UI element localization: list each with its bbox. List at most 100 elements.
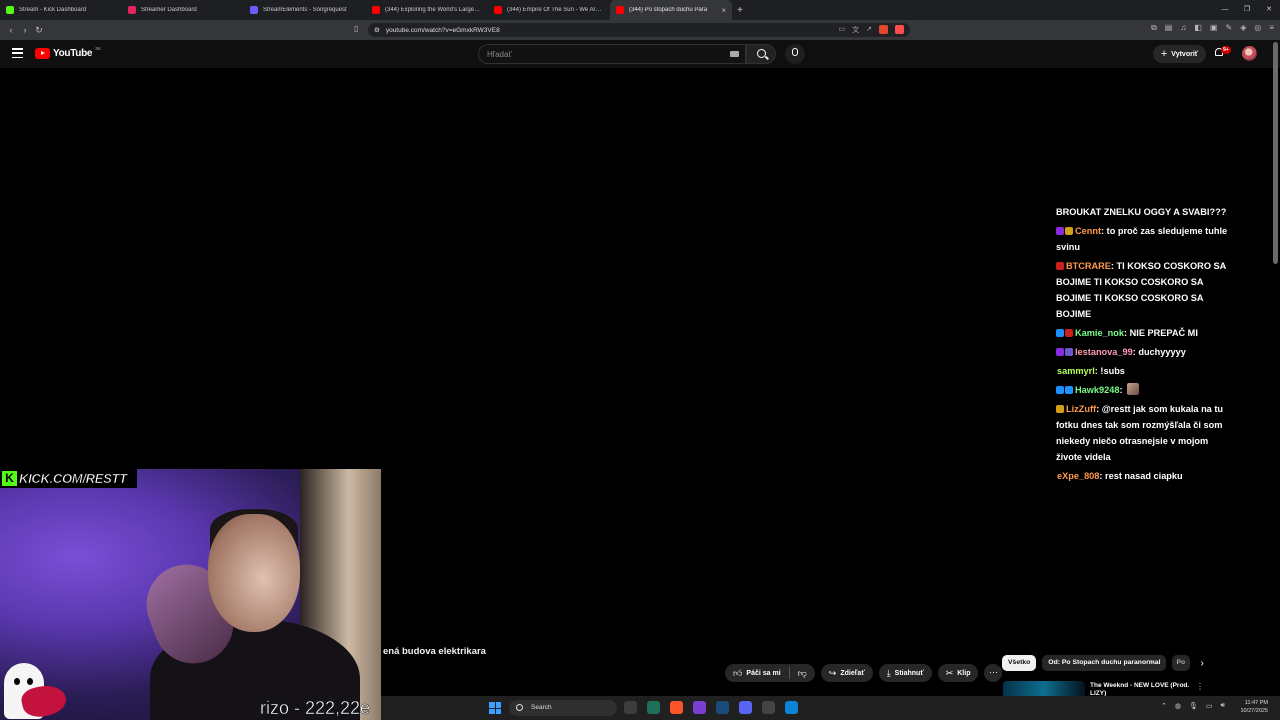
browser-tab[interactable]: StreamElements - Songrequest xyxy=(244,0,366,20)
chat-badge-icon xyxy=(1065,227,1073,235)
translate-icon[interactable]: 文 xyxy=(852,25,859,35)
hamburger-menu-icon[interactable] xyxy=(12,48,23,58)
new-tab-icon[interactable]: + xyxy=(732,5,748,16)
browser-tab[interactable]: (344) Po stopach duchu Para × xyxy=(610,0,732,20)
download-button[interactable]: ⤓ Stiahnuť xyxy=(878,664,932,682)
browser-tab[interactable]: (344) Empire Of The Sun - We Are Th xyxy=(488,0,610,20)
bookmark-icon[interactable]: ▯ xyxy=(354,24,358,33)
taskbar-search-icon xyxy=(516,704,523,711)
streamelements-icon xyxy=(250,6,258,14)
tray-chevron-up-icon[interactable]: ⌃ xyxy=(1161,702,1167,710)
maximize-icon[interactable]: ❐ xyxy=(1236,0,1258,20)
chrome-icon[interactable] xyxy=(762,701,775,714)
panel-icon[interactable]: ◧ xyxy=(1194,23,1202,33)
more-actions-button[interactable]: ··· xyxy=(984,664,1003,682)
voice-search-button[interactable] xyxy=(785,44,805,64)
page-scrollbar[interactable] xyxy=(1273,42,1278,264)
chevron-right-icon[interactable]: › xyxy=(1200,658,1203,669)
close-window-icon[interactable]: ✕ xyxy=(1258,0,1280,20)
chat-badge-icon xyxy=(1065,386,1073,394)
chip-from-channel[interactable]: Od: Po Stopach duchu paranormal xyxy=(1042,655,1167,671)
chat-message: BTCRARE: TI KOKSO COSKORO SA BOJIME TI K… xyxy=(1056,258,1231,322)
browser-tab[interactable]: (344) Exploring the World's Largest S xyxy=(366,0,488,20)
search-button[interactable] xyxy=(746,44,776,64)
browser-tab-label: (344) Empire Of The Sun - We Are Th xyxy=(507,7,604,13)
search-input[interactable]: Hľadať xyxy=(478,44,746,64)
app-icon[interactable] xyxy=(785,701,798,714)
clip-button[interactable]: ✂ Klip xyxy=(937,664,979,682)
address-bar[interactable]: ⚙ youtube.com/watch?v=eGmxkRW3VE8 ▭ 文 ↗ xyxy=(368,23,910,37)
share-icon[interactable]: ↗ xyxy=(866,25,872,35)
tray-microphone-icon[interactable]: 🎙︎ xyxy=(1189,702,1198,710)
brave-browser-icon[interactable] xyxy=(670,701,683,714)
back-icon[interactable]: ‹ xyxy=(4,25,18,35)
browser-tab[interactable]: Streamer Dashboard xyxy=(122,0,244,20)
stream-chat-overlay: BROUKAT ZNELKU OGGY A SVABI??? Cennt: to … xyxy=(1056,204,1231,487)
tray-network-icon[interactable]: ▭ xyxy=(1206,702,1213,710)
chat-username: Kamie_nok xyxy=(1075,328,1125,338)
obs-icon[interactable] xyxy=(693,701,706,714)
browser-toolbar: ‹ › ↻ ▯ ⚙ youtube.com/watch?v=eGmxkRW3VE… xyxy=(0,20,1280,40)
search-icon xyxy=(757,49,766,58)
notification-badge: 9+ xyxy=(1221,46,1231,54)
brave-rewards-icon[interactable] xyxy=(895,25,904,34)
donation-text: rizo - 222,22e xyxy=(260,698,371,718)
download-icon: ⤓ xyxy=(886,667,891,678)
chat-text: : !subs xyxy=(1094,366,1125,376)
chat-message: LizZuff: @restt jak som kukala na tu fot… xyxy=(1056,401,1231,465)
youtube-icon xyxy=(494,6,502,14)
chat-username: Hawk9248 xyxy=(1075,385,1120,395)
youtube-play-icon xyxy=(35,48,50,59)
menu-icon[interactable]: ≡ xyxy=(1269,23,1274,33)
clock-date: 10/27/2025 xyxy=(1240,708,1268,714)
reload-icon[interactable]: ↻ xyxy=(32,25,46,36)
chat-badge-icon xyxy=(1065,348,1073,356)
forward-icon[interactable]: › xyxy=(18,25,32,35)
tab-search-icon[interactable]: ▣ xyxy=(1210,23,1218,33)
streamer-icon xyxy=(128,6,136,14)
youtube-logo[interactable]: YouTube SK xyxy=(35,46,101,59)
sidebar-icon[interactable]: ▤ xyxy=(1165,23,1173,33)
cast-icon[interactable]: ▭ xyxy=(839,25,846,35)
chat-badge-icon xyxy=(1065,329,1073,337)
brave-shields-icon[interactable] xyxy=(879,25,888,34)
chip-related[interactable]: Po xyxy=(1172,655,1191,671)
tray-volume-icon[interactable]: 🔊︎ xyxy=(1221,702,1225,710)
extensions-icon[interactable]: ✎ xyxy=(1225,23,1232,33)
create-button[interactable]: + Vytvoriť xyxy=(1153,45,1206,63)
wallet-icon[interactable]: ◎ xyxy=(1254,23,1261,33)
kick-icon xyxy=(6,6,14,14)
discord-icon[interactable] xyxy=(739,701,752,714)
keyboard-icon[interactable] xyxy=(730,51,739,57)
share-button[interactable]: ↪ Zdieľať xyxy=(820,664,873,682)
site-info-icon[interactable]: ⚙ xyxy=(374,26,380,34)
like-label: Páči sa mi xyxy=(746,669,781,677)
windows-start-icon[interactable] xyxy=(489,702,501,714)
youtube-logo-text: YouTube xyxy=(53,48,93,59)
download-label: Stiahnuť xyxy=(894,669,924,677)
xbox-icon[interactable] xyxy=(647,701,660,714)
kick-channel-label: K KICK.COM/RESTT xyxy=(0,469,137,488)
avatar[interactable] xyxy=(1242,46,1257,61)
extension-icon[interactable]: ⧉ xyxy=(1151,23,1157,33)
vpn-icon[interactable]: ◈ xyxy=(1240,23,1246,33)
taskbar-search[interactable]: Search xyxy=(509,700,617,716)
webcam-person-face xyxy=(208,514,300,632)
tray-app-icon[interactable]: ◍ xyxy=(1175,702,1181,710)
chip-all[interactable]: Všetko xyxy=(1002,655,1037,671)
close-tab-icon[interactable]: × xyxy=(721,6,726,15)
task-view-icon[interactable] xyxy=(624,701,637,714)
chat-username: lestanova_99 xyxy=(1075,347,1133,357)
dislike-button[interactable]: 👎︎ xyxy=(790,664,815,682)
steam-icon[interactable] xyxy=(716,701,729,714)
recommendation-menu-icon[interactable]: ⋮ xyxy=(1196,682,1204,691)
browser-tab[interactable]: Stream - Kick Dashboard xyxy=(0,0,122,20)
like-button[interactable]: 👍︎ Páči sa mi xyxy=(725,664,789,682)
music-icon[interactable]: ♫ xyxy=(1180,23,1186,33)
chat-badge-icon xyxy=(1056,348,1064,356)
taskbar-clock[interactable]: 11:47 PM 10/27/2025 xyxy=(1240,699,1268,715)
thumbs-up-icon: 👍︎ xyxy=(733,667,743,678)
youtube-header: YouTube SK Hľadať + Vytvoriť 9+ xyxy=(0,40,1280,68)
minimize-icon[interactable]: — xyxy=(1214,0,1236,20)
youtube-icon xyxy=(616,6,624,14)
